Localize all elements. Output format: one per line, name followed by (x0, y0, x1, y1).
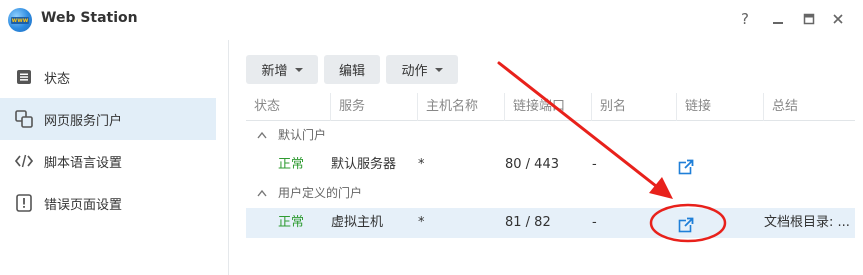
column-header-summary[interactable]: 总结 (764, 93, 855, 121)
web-station-logo-icon: www (8, 8, 32, 32)
sidebar-item-label: 错误页面设置 (44, 197, 123, 213)
table-row[interactable]: 正常 默认服务器 * 80 / 443 - (246, 150, 855, 180)
title-bar: www Web Station ? (0, 0, 863, 40)
minimize-icon[interactable] (768, 9, 788, 29)
alias-cell: - (592, 215, 597, 230)
edit-button[interactable]: 编辑 (324, 55, 380, 84)
alias-cell: - (592, 157, 597, 172)
portal-icon (14, 109, 34, 129)
status-cell: 正常 (278, 157, 305, 172)
table-header: 状态 服务 主机名称 链接端口 别名 链接 总结 (246, 93, 855, 121)
chevron-down-icon (434, 67, 443, 72)
action-button[interactable]: 动作 (386, 55, 458, 84)
external-link-icon[interactable] (678, 157, 694, 175)
column-header-link[interactable]: 链接 (677, 93, 764, 121)
port-cell: 81 / 82 (505, 215, 551, 230)
chevron-down-icon (294, 67, 303, 72)
service-cell: 默认服务器 (331, 157, 397, 172)
column-header-hostname[interactable]: 主机名称 (418, 93, 505, 121)
column-header-service[interactable]: 服务 (331, 93, 418, 121)
group-header-user-defined-portal[interactable]: 用户定义的门户 (246, 180, 855, 206)
port-cell: 80 / 443 (505, 157, 559, 172)
sidebar-item-label: 状态 (44, 71, 71, 87)
group-label: 用户定义的门户 (278, 186, 363, 200)
external-link-icon[interactable] (678, 215, 694, 233)
column-header-alias[interactable]: 别名 (592, 93, 677, 121)
group-label: 默认门户 (278, 128, 327, 142)
host-cell: * (418, 157, 425, 172)
warning-icon (14, 193, 34, 213)
status-cell: 正常 (278, 215, 305, 230)
list-icon (14, 67, 34, 87)
sidebar-item-web-portal[interactable]: 网页服务门户 (0, 98, 216, 140)
sidebar-item-script-language[interactable]: 脚本语言设置 (0, 140, 216, 182)
service-cell: 虚拟主机 (331, 215, 384, 230)
sidebar-item-label: 脚本语言设置 (44, 155, 123, 171)
host-cell: * (418, 215, 425, 230)
column-header-port[interactable]: 链接端口 (505, 93, 592, 121)
summary-cell: 文档根目录: ... (764, 215, 850, 230)
add-button-label: 新增 (261, 64, 288, 79)
edit-button-label: 编辑 (338, 64, 365, 79)
help-icon[interactable]: ? (735, 9, 755, 29)
table-row[interactable]: 正常 虚拟主机 * 81 / 82 - 文档根目录: ... (246, 208, 855, 238)
group-header-default-portal[interactable]: 默认门户 (246, 122, 855, 148)
close-icon[interactable] (828, 9, 848, 29)
sidebar-item-status[interactable]: 状态 (0, 56, 216, 98)
sidebar: 状态 网页服务门户 脚本语言设置 错误页面设置 (0, 40, 229, 275)
add-button[interactable]: 新增 (246, 55, 318, 84)
code-icon (14, 151, 34, 171)
maximize-icon[interactable] (799, 9, 819, 29)
app-title: Web Station (41, 10, 138, 26)
column-header-status[interactable]: 状态 (246, 93, 331, 121)
sidebar-item-error-page[interactable]: 错误页面设置 (0, 182, 216, 224)
action-button-label: 动作 (401, 64, 428, 79)
sidebar-item-label: 网页服务门户 (44, 113, 123, 129)
